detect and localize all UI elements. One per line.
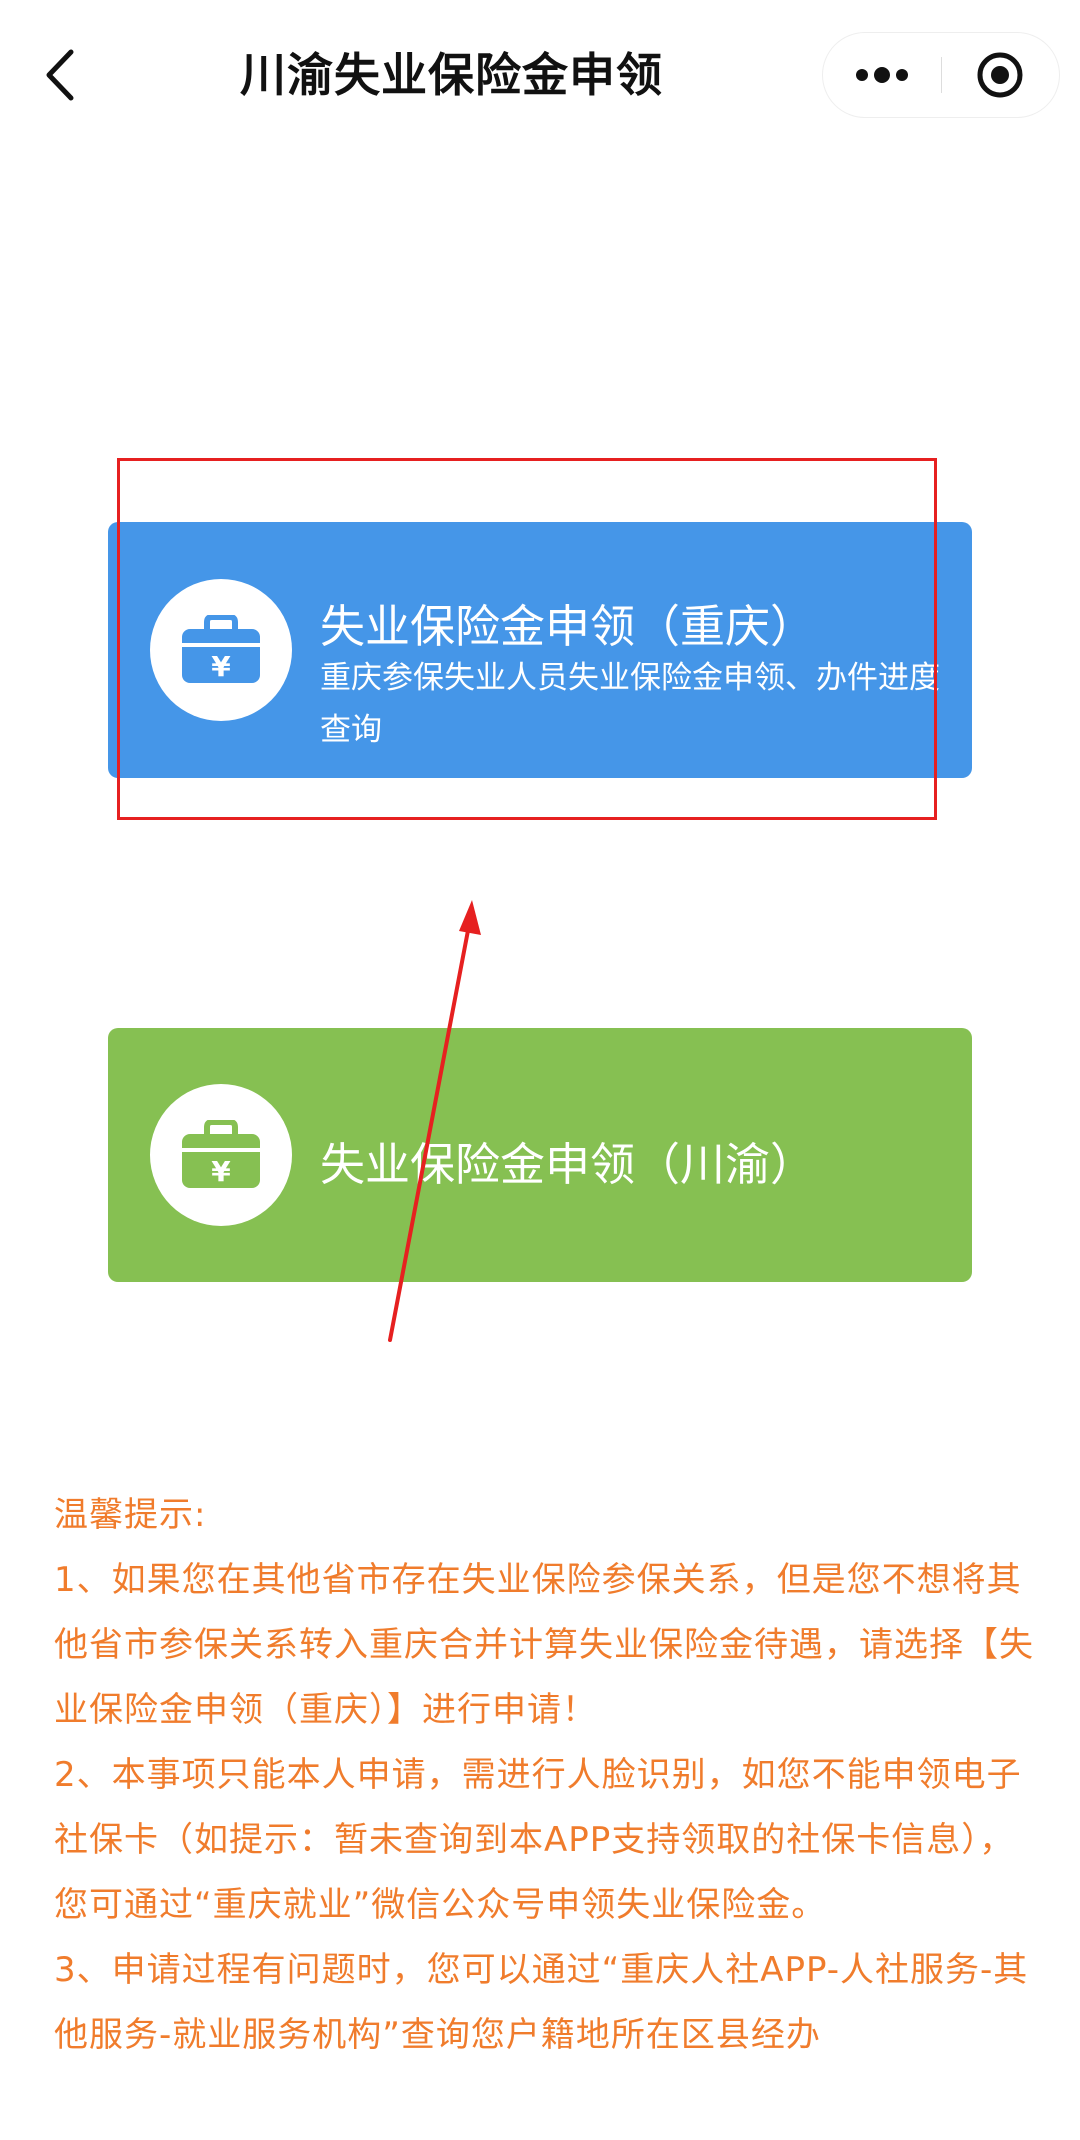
card-description: 重庆参保失业人员失业保险金申领、办件进度查询 xyxy=(320,660,940,748)
card-icon-circle: ¥ xyxy=(150,1084,292,1226)
more-dots-icon xyxy=(855,67,908,83)
mini-program-close-icon xyxy=(977,52,1023,98)
page-title: 川渝失业保险金申领 xyxy=(240,48,663,102)
apply-chuanyu-card[interactable]: ¥ 失业保险金申领（川渝） xyxy=(108,1028,972,1282)
svg-text:¥: ¥ xyxy=(211,1155,231,1188)
money-bag-icon: ¥ xyxy=(182,615,260,683)
tips-item: 3、申请过程有问题时，您可以通过“重庆人社APP-人社服务-其他服务-就业服务机… xyxy=(54,1950,1029,2055)
more-button[interactable] xyxy=(823,33,941,117)
chevron-left-icon xyxy=(46,49,74,101)
tips-section: 温馨提示: 1、如果您在其他省市存在失业保险参保关系，但是您不想将其他省市参保关… xyxy=(54,1483,1034,2068)
mini-program-capsule xyxy=(822,32,1060,118)
tips-heading: 温馨提示: xyxy=(54,1495,207,1535)
svg-text:¥: ¥ xyxy=(211,650,231,683)
back-button[interactable] xyxy=(30,40,90,110)
tips-item: 1、如果您在其他省市存在失业保险参保关系，但是您不想将其他省市参保关系转入重庆合… xyxy=(54,1560,1034,1730)
close-button[interactable] xyxy=(942,33,1060,117)
money-bag-icon: ¥ xyxy=(182,1120,260,1188)
card-title: 失业保险金申领（川渝） xyxy=(320,1138,816,1191)
card-icon-circle: ¥ xyxy=(150,579,292,721)
apply-chongqing-card[interactable]: ¥ 失业保险金申领（重庆） 重庆参保失业人员失业保险金申领、办件进度查询 xyxy=(108,522,972,778)
card-title: 失业保险金申领（重庆） xyxy=(320,600,816,653)
nav-bar: 川渝失业保险金申领 xyxy=(0,0,1080,150)
tips-item: 2、本事项只能本人申请，需进行人脸识别，如您不能申领电子社保卡（如提示：暂未查询… xyxy=(54,1755,1022,1925)
